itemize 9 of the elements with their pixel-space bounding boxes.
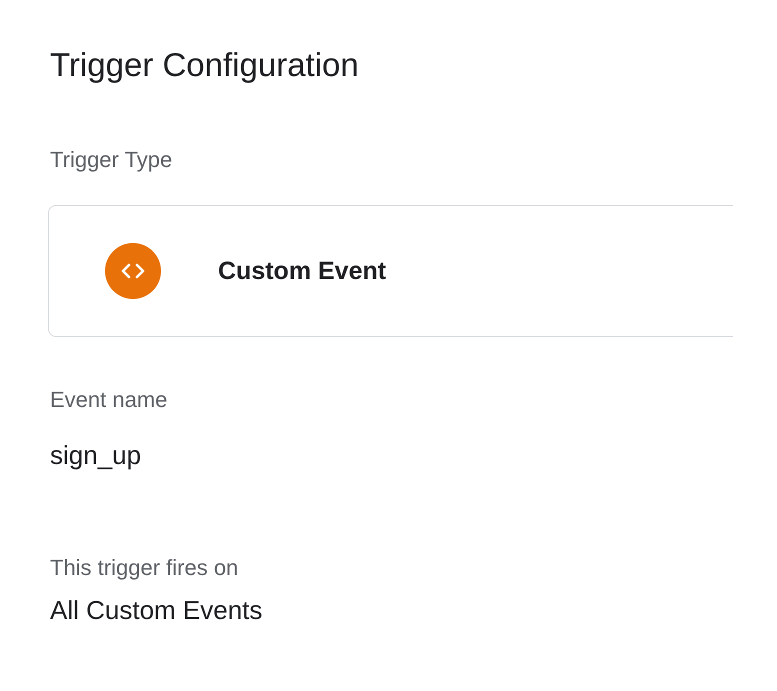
panel-title: Trigger Configuration [50,45,359,85]
field-label: Trigger Type [50,146,172,174]
code-icon [105,243,161,299]
trigger-type-name: Custom Event [218,256,386,286]
field-label: Event name [50,386,168,414]
trigger-type-card[interactable]: Custom Event [48,205,733,337]
field-value: sign_up [50,439,142,471]
field-value: All Custom Events [50,594,262,626]
field-label: This trigger fires on [50,554,238,582]
